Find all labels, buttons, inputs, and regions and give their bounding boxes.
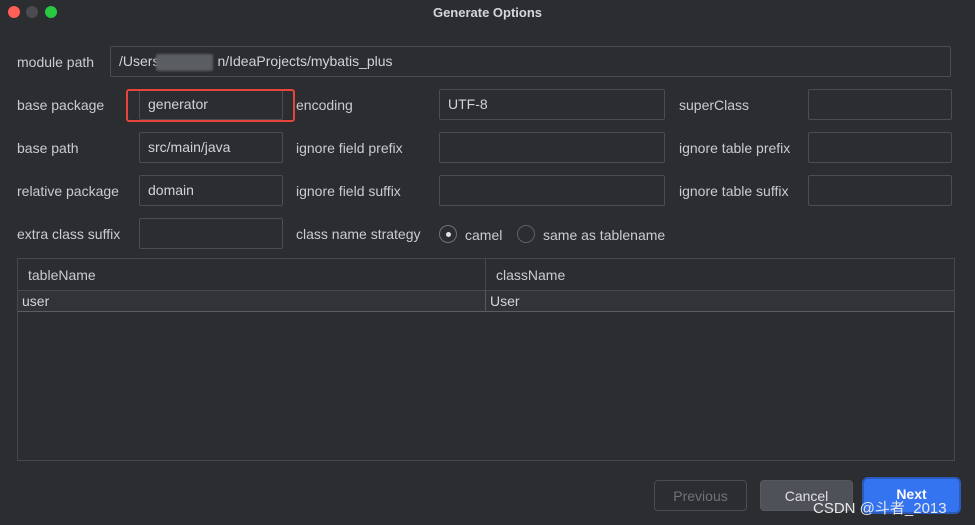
base-path-field[interactable]: src/main/java <box>139 132 283 163</box>
table-row[interactable]: user User <box>18 291 954 312</box>
ignore-field-prefix-label: ignore field prefix <box>296 140 403 156</box>
ignore-field-suffix-field[interactable] <box>439 175 665 206</box>
ignore-table-suffix-label: ignore table suffix <box>679 183 789 199</box>
super-class-field[interactable] <box>808 89 952 120</box>
title-bar: Generate Options <box>0 0 975 26</box>
ignore-field-prefix-field[interactable] <box>439 132 665 163</box>
previous-button[interactable]: Previous <box>654 480 747 511</box>
camel-radio-label[interactable]: camel <box>465 227 502 243</box>
redaction-blur <box>156 54 213 71</box>
ignore-field-suffix-label: ignore field suffix <box>296 183 401 199</box>
cell-classname[interactable]: User <box>486 291 520 311</box>
same-as-tablename-radio-label[interactable]: same as tablename <box>543 227 665 243</box>
module-path-value-end: n/IdeaProjects/mybatis_plus <box>217 53 393 69</box>
generate-options-dialog: Generate Options module path /Users n/Ide… <box>0 0 975 525</box>
table-header: tableName className <box>18 259 954 291</box>
extra-class-suffix-label: extra class suffix <box>17 226 121 242</box>
same-as-tablename-radio[interactable] <box>517 225 535 243</box>
relative-package-label: relative package <box>17 183 119 199</box>
window-title: Generate Options <box>432 5 543 20</box>
watermark-text: CSDN @斗者_2013 <box>813 500 947 517</box>
highlight-box <box>126 89 295 122</box>
module-path-label: module path <box>17 54 95 70</box>
relative-package-field[interactable]: domain <box>139 175 283 206</box>
table-mapping-grid[interactable]: tableName className user User <box>17 258 955 461</box>
encoding-field[interactable]: UTF-8 <box>439 89 665 120</box>
extra-class-suffix-field[interactable] <box>139 218 283 249</box>
module-path-value-start: /Users <box>119 53 160 69</box>
ignore-table-prefix-field[interactable] <box>808 132 952 163</box>
class-name-strategy-label: class name strategy <box>296 226 421 242</box>
camel-radio[interactable] <box>439 225 457 243</box>
ignore-table-prefix-label: ignore table prefix <box>679 140 791 156</box>
column-header-classname[interactable]: className <box>486 259 565 291</box>
base-package-label: base package <box>17 97 105 113</box>
base-path-label: base path <box>17 140 79 156</box>
encoding-label: encoding <box>296 97 353 113</box>
table-empty-area <box>18 313 954 460</box>
module-path-field[interactable]: /Users n/IdeaProjects/mybatis_plus <box>110 46 951 77</box>
cell-tablename[interactable]: user <box>18 291 49 311</box>
ignore-table-suffix-field[interactable] <box>808 175 952 206</box>
column-header-tablename[interactable]: tableName <box>18 259 96 291</box>
super-class-label: superClass <box>679 97 750 113</box>
radio-selected-dot <box>446 232 451 237</box>
